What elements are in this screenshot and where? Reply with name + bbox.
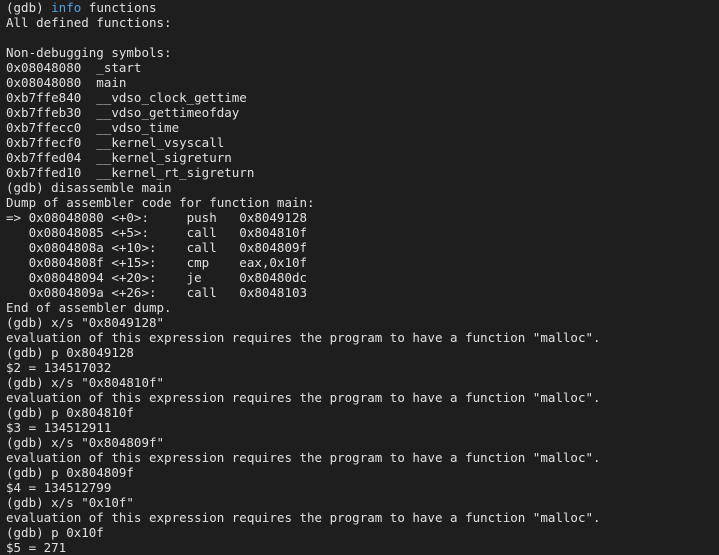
terminal-line: 0xb7ffecf0 __kernel_vsyscall xyxy=(6,135,225,150)
terminal-line: 0x08048080 _start xyxy=(6,60,142,75)
terminal-line: 0x08048094 <+20>: je 0x80480dc xyxy=(6,270,308,285)
terminal-line: evaluation of this expression requires t… xyxy=(6,450,601,465)
terminal-line: evaluation of this expression requires t… xyxy=(6,390,601,405)
terminal-line: 0xb7ffed04 __kernel_sigreturn xyxy=(6,150,232,165)
terminal-text-segment: functions xyxy=(81,0,157,15)
terminal-line: => 0x08048080 <+0>: push 0x8049128 xyxy=(6,210,308,225)
terminal-line: (gdb) p 0x804809f xyxy=(6,465,134,480)
terminal-line: (gdb) x/s "0x8049128" xyxy=(6,315,165,330)
terminal-text-segment: (gdb) xyxy=(6,0,52,15)
terminal-line: $3 = 134512911 xyxy=(6,420,112,435)
terminal-line: evaluation of this expression requires t… xyxy=(6,330,601,345)
command-keyword: info xyxy=(51,0,82,15)
terminal-line: (gdb) info functions xyxy=(6,0,719,15)
terminal-line: $5 = 271 xyxy=(6,540,67,555)
terminal-line: evaluation of this expression requires t… xyxy=(6,510,601,525)
gdb-terminal[interactable]: (gdb) info functions All defined function… xyxy=(0,0,719,555)
terminal-line: (gdb) disassemble main xyxy=(6,180,172,195)
terminal-line: (gdb) x/s "0x804810f" xyxy=(6,375,165,390)
terminal-line: 0xb7ffe840 __vdso_clock_gettime xyxy=(6,90,247,105)
terminal-line: 0xb7ffeb30 __vdso_gettimeofday xyxy=(6,105,240,120)
terminal-line: 0x08048085 <+5>: call 0x804810f xyxy=(6,225,308,240)
terminal-line: 0x0804808a <+10>: call 0x804809f xyxy=(6,240,308,255)
terminal-line: $4 = 134512799 xyxy=(6,480,112,495)
terminal-line: 0xb7ffecc0 __vdso_time xyxy=(6,120,180,135)
terminal-line: Dump of assembler code for function main… xyxy=(6,195,315,210)
terminal-line: 0xb7ffed10 __kernel_rt_sigreturn xyxy=(6,165,255,180)
terminal-line: 0x08048080 main xyxy=(6,75,127,90)
terminal-line: (gdb) x/s "0x804809f" xyxy=(6,435,165,450)
terminal-line: (gdb) p 0x10f xyxy=(6,525,104,540)
terminal-line: (gdb) x/s "0x10f" xyxy=(6,495,134,510)
terminal-line: All defined functions: xyxy=(6,15,172,30)
terminal-line: (gdb) p 0x8049128 xyxy=(6,345,134,360)
terminal-line: End of assembler dump. xyxy=(6,300,172,315)
terminal-line: 0x0804808f <+15>: cmp eax,0x10f xyxy=(6,255,308,270)
terminal-line: 0x0804809a <+26>: call 0x8048103 xyxy=(6,285,308,300)
terminal-line: $2 = 134517032 xyxy=(6,360,112,375)
terminal-line: (gdb) p 0x804810f xyxy=(6,405,134,420)
terminal-line: Non-debugging symbols: xyxy=(6,45,172,60)
